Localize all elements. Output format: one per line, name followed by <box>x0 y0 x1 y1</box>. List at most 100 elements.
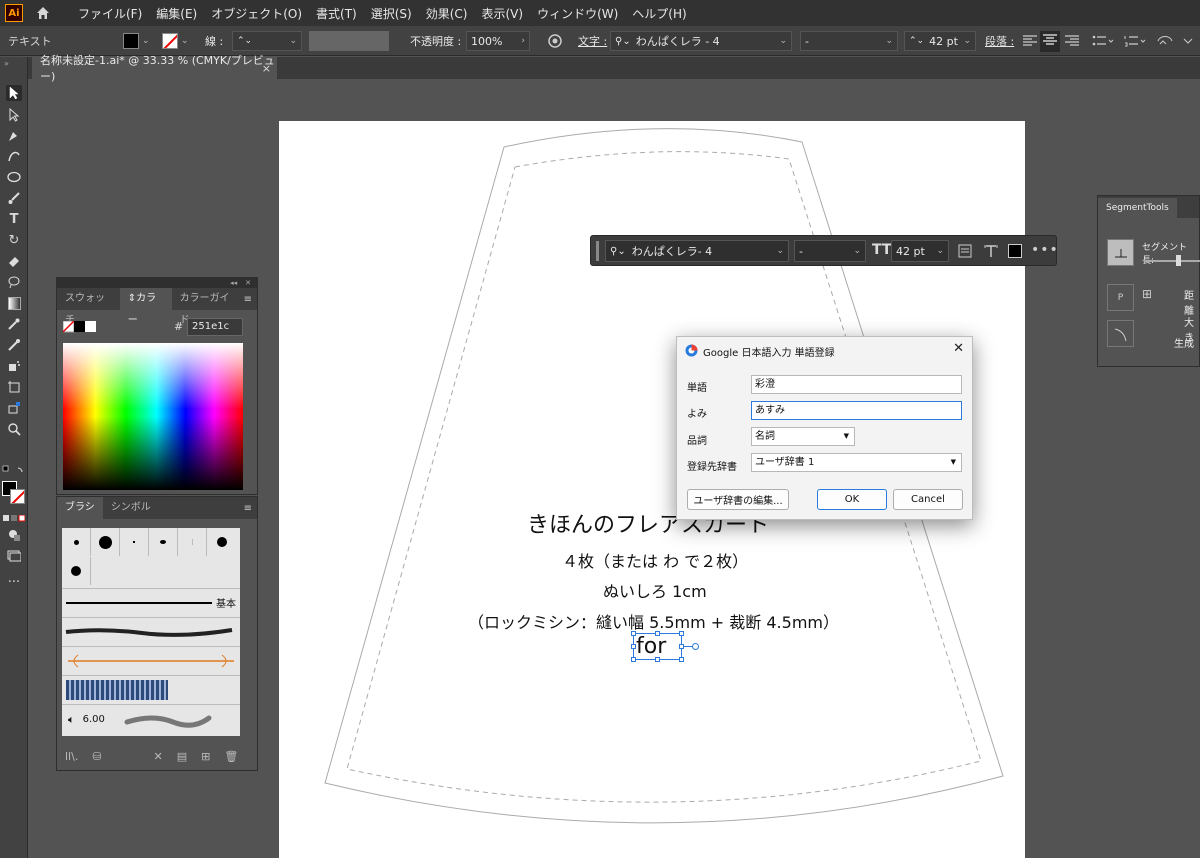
type-tool-icon[interactable]: T <box>6 211 22 227</box>
hex-input[interactable]: 251e1c <box>187 318 243 336</box>
draw-mode-icon[interactable] <box>6 527 22 543</box>
menu-type[interactable]: 書式(T) <box>309 5 364 22</box>
font-style-dropdown[interactable]: - ⌄ <box>800 26 898 56</box>
screen-mode-icon[interactable] <box>6 547 22 563</box>
document-tab[interactable]: 名称未設定-1.ai* @ 33.33 % (CMYK/プレビュー) × <box>32 54 277 83</box>
textbar-style-dropdown[interactable]: - ⌄ <box>794 240 866 262</box>
character-options-icon[interactable] <box>984 244 998 261</box>
panel-menu-icon[interactable]: ≡ <box>244 290 257 310</box>
paragraph-label[interactable]: 段落 : <box>985 26 1014 56</box>
panel-menu-icon[interactable]: ≡ <box>244 499 257 519</box>
tab-brushes[interactable]: ブラシ <box>57 497 103 519</box>
menu-file[interactable]: ファイル(F) <box>71 5 149 22</box>
bullets-icon[interactable] <box>1092 26 1114 56</box>
segment-tools-tab[interactable]: SegmentTools <box>1098 198 1177 218</box>
brush-splat[interactable] <box>149 528 178 556</box>
new-brush-icon[interactable]: ⊞ <box>201 750 210 763</box>
menu-select[interactable]: 選択(S) <box>364 5 419 22</box>
selected-text[interactable]: for <box>636 634 666 659</box>
brush-options-icon[interactable]: ⛁ <box>92 750 101 763</box>
brush-dot-tiny[interactable] <box>120 528 149 556</box>
menu-view[interactable]: 表示(V) <box>474 5 530 22</box>
close-panel-icon[interactable]: ✕ <box>245 279 251 287</box>
color-quick-swatches[interactable] <box>62 320 97 336</box>
paragraph-icon[interactable] <box>958 244 972 261</box>
align-right-icon[interactable] <box>1064 26 1080 56</box>
menu-object[interactable]: オブジェクト(O) <box>204 5 309 22</box>
rotate-tool-icon[interactable]: ↻ <box>6 232 22 248</box>
pen-tool-icon[interactable] <box>6 128 22 144</box>
artboard-tool-icon[interactable] <box>6 379 22 395</box>
menu-window[interactable]: ウィンドウ(W) <box>530 5 625 22</box>
tab-swatches[interactable]: スウォッチ <box>57 288 120 326</box>
brush-hairline[interactable] <box>178 528 207 556</box>
menu-edit[interactable]: 編集(E) <box>149 5 204 22</box>
home-icon[interactable] <box>35 5 51 21</box>
tab-color-guide[interactable]: カラーガイド <box>172 288 244 326</box>
brush-dot-medium[interactable] <box>207 528 236 556</box>
collapse-icon[interactable]: » <box>4 59 9 68</box>
more-options-icon[interactable]: ••• <box>1031 242 1059 258</box>
paintbrush-tool-icon[interactable] <box>6 190 22 206</box>
brush-charcoal[interactable] <box>62 617 240 645</box>
align-left-icon[interactable] <box>1022 26 1038 56</box>
variable-width-profile[interactable] <box>309 26 389 56</box>
segment-length-icon[interactable] <box>1107 239 1134 266</box>
brush-library-icon[interactable]: ll\. <box>65 750 78 763</box>
menu-effect[interactable]: 効果(C) <box>419 5 475 22</box>
curve-icon[interactable] <box>1107 320 1134 347</box>
more-chevron-icon[interactable] <box>1182 26 1194 56</box>
ok-button[interactable]: OK <box>817 489 887 510</box>
drag-handle[interactable] <box>596 240 599 261</box>
brush-bristle[interactable]: 🔈︎ 6.00 <box>62 704 240 734</box>
numbering-icon[interactable] <box>1124 26 1146 56</box>
blend-tool-icon[interactable] <box>6 337 22 353</box>
distance-point-icon[interactable]: P <box>1107 284 1134 311</box>
textbar-font-dropdown[interactable]: ⚲⌄ わんぱくレラ- 4 ⌄ <box>605 240 789 262</box>
eraser-tool-icon[interactable] <box>6 253 22 269</box>
artwork-line-3[interactable]: （ロックミシン：縫い幅 5.5mm + 裁断 4.5mm） <box>468 609 839 633</box>
remove-stroke-icon[interactable]: ✕ <box>154 750 163 763</box>
segment-length-slider[interactable] <box>1144 255 1200 266</box>
font-family-dropdown[interactable]: ⚲⌄ わんぱくレラ - 4 ⌄ <box>610 26 792 56</box>
add-icon[interactable]: ⊞ <box>1142 287 1152 301</box>
brush-dot-round[interactable] <box>62 557 91 585</box>
fill-color-swatch[interactable] <box>1008 244 1022 258</box>
ellipse-tool-icon[interactable] <box>6 169 22 185</box>
brush-arrow-art[interactable] <box>62 646 240 674</box>
color-spectrum[interactable] <box>63 343 243 490</box>
brush-basic[interactable]: 基本 <box>62 588 240 616</box>
character-label[interactable]: 文字 : <box>578 26 607 56</box>
font-size-input[interactable]: ⌃⌄ 42 pt ⌄ <box>904 26 976 56</box>
brush-options-list-icon[interactable]: ▤ <box>177 750 187 763</box>
word-input[interactable]: 彩澄 <box>751 375 962 394</box>
zoom-tool-icon[interactable] <box>6 421 22 437</box>
collapse-panel-icon[interactable]: ◂◂ <box>230 279 237 287</box>
tab-color[interactable]: ⇕カラー <box>119 288 172 326</box>
text-selection-box[interactable]: for <box>631 631 699 662</box>
more-tools-icon[interactable]: ··· <box>6 574 22 590</box>
edit-dictionary-button[interactable]: ユーザ辞書の編集... <box>687 489 789 510</box>
artwork-line-1[interactable]: ４枚（または わ で２枚） <box>562 548 748 572</box>
tab-symbols[interactable]: シンボル <box>103 497 159 519</box>
brush-dot-small[interactable] <box>62 528 91 556</box>
eyedropper-tool-icon[interactable] <box>6 316 22 332</box>
opacity-input[interactable]: 100% › <box>466 26 530 56</box>
curvature-tool-icon[interactable] <box>6 148 22 164</box>
default-colors-icon[interactable] <box>2 465 26 475</box>
close-icon[interactable]: ✕ <box>953 341 964 356</box>
gradient-tool-icon[interactable] <box>6 295 22 311</box>
symbol-sprayer-tool-icon[interactable] <box>6 358 22 374</box>
dictionary-select[interactable]: ユーザ辞書 1 ▼ <box>751 453 962 472</box>
reading-input[interactable]: あすみ <box>751 401 962 420</box>
menu-help[interactable]: ヘルプ(H) <box>625 5 693 22</box>
delete-brush-icon[interactable]: 🗑︎ <box>224 750 238 763</box>
close-icon[interactable]: × <box>262 62 271 75</box>
artwork-line-2[interactable]: ぬいしろ 1cm <box>603 578 707 602</box>
cancel-button[interactable]: Cancel <box>893 489 963 510</box>
color-mode-icons[interactable] <box>3 513 26 522</box>
fill-stroke-swatches[interactable] <box>2 481 26 505</box>
slice-tool-icon[interactable] <box>6 400 22 416</box>
brush-pattern[interactable] <box>62 675 240 703</box>
align-center-icon[interactable] <box>1040 26 1060 56</box>
